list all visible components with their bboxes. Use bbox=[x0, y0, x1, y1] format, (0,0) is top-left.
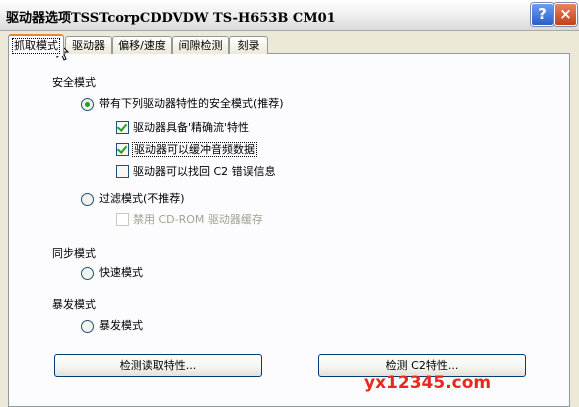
tab-burn-label: 刻录 bbox=[237, 39, 260, 52]
filter-mode-radio-label[interactable]: 过滤模式(不推荐) bbox=[99, 192, 185, 206]
c2-errors-checkbox[interactable] bbox=[116, 165, 129, 178]
options-dialog: 驱动器选项TSSTcorpCDDVDW TS-H653B CM01 ? × 抓取… bbox=[0, 0, 579, 407]
tab-rip-mode-label: 抓取模式 bbox=[12, 38, 60, 54]
tab-rip-mode[interactable]: 抓取模式 bbox=[8, 34, 64, 56]
tab-offset-speed-label: 偏移/速度 bbox=[118, 39, 166, 52]
radio-selected-dot bbox=[85, 102, 90, 107]
caches-audio-label[interactable]: 驱动器可以缓冲音频数据 bbox=[132, 142, 257, 157]
filter-mode-radio[interactable] bbox=[81, 193, 94, 206]
tab-gap-detection[interactable]: 间隙检测 bbox=[172, 36, 229, 54]
caches-audio-checkbox[interactable] bbox=[116, 143, 129, 156]
tab-burn[interactable]: 刻录 bbox=[229, 36, 268, 54]
tab-gap-detection-label: 间隙检测 bbox=[178, 39, 223, 52]
help-button[interactable]: ? bbox=[531, 3, 554, 26]
tab-offset-speed[interactable]: 偏移/速度 bbox=[112, 36, 172, 54]
sync-mode-group-label: 同步模式 bbox=[52, 247, 96, 260]
fast-mode-radio-label[interactable]: 快速模式 bbox=[99, 266, 143, 280]
safe-mode-group-label: 安全模式 bbox=[52, 76, 96, 89]
burst-mode-radio[interactable] bbox=[81, 320, 94, 333]
caches-audio-label-text: 驱动器可以缓冲音频数据 bbox=[132, 142, 257, 157]
close-button[interactable]: × bbox=[554, 3, 577, 26]
site-watermark: yx12345.com bbox=[364, 373, 492, 393]
question-icon: ? bbox=[538, 5, 547, 23]
check-icon bbox=[116, 143, 128, 154]
tab-drive[interactable]: 驱动器 bbox=[65, 36, 112, 54]
check-icon bbox=[116, 121, 128, 132]
safe-mode-radio-label[interactable]: 带有下列驱动器特性的安全模式(推荐) bbox=[99, 97, 284, 111]
window-title: 驱动器选项TSSTcorpCDDVDW TS-H653B CM01 bbox=[6, 11, 336, 26]
disable-cache-checkbox bbox=[116, 213, 129, 226]
burst-mode-radio-label[interactable]: 暴发模式 bbox=[99, 319, 143, 333]
close-icon: × bbox=[559, 5, 572, 23]
accurate-stream-label[interactable]: 驱动器具备'精确流'特性 bbox=[133, 121, 249, 135]
disable-cache-label: 禁用 CD-ROM 驱动器缓存 bbox=[133, 213, 263, 226]
burst-mode-group-label: 暴发模式 bbox=[52, 298, 96, 311]
c2-errors-label[interactable]: 驱动器可以找回 C2 错误信息 bbox=[133, 165, 276, 179]
fast-mode-radio[interactable] bbox=[81, 267, 94, 280]
title-bar[interactable]: 驱动器选项TSSTcorpCDDVDW TS-H653B CM01 ? × bbox=[0, 0, 579, 31]
detect-read-features-button[interactable]: 检测读取特性... bbox=[54, 354, 262, 377]
accurate-stream-checkbox[interactable] bbox=[116, 121, 129, 134]
tab-drive-label: 驱动器 bbox=[72, 39, 105, 52]
safe-mode-radio[interactable] bbox=[81, 98, 94, 111]
